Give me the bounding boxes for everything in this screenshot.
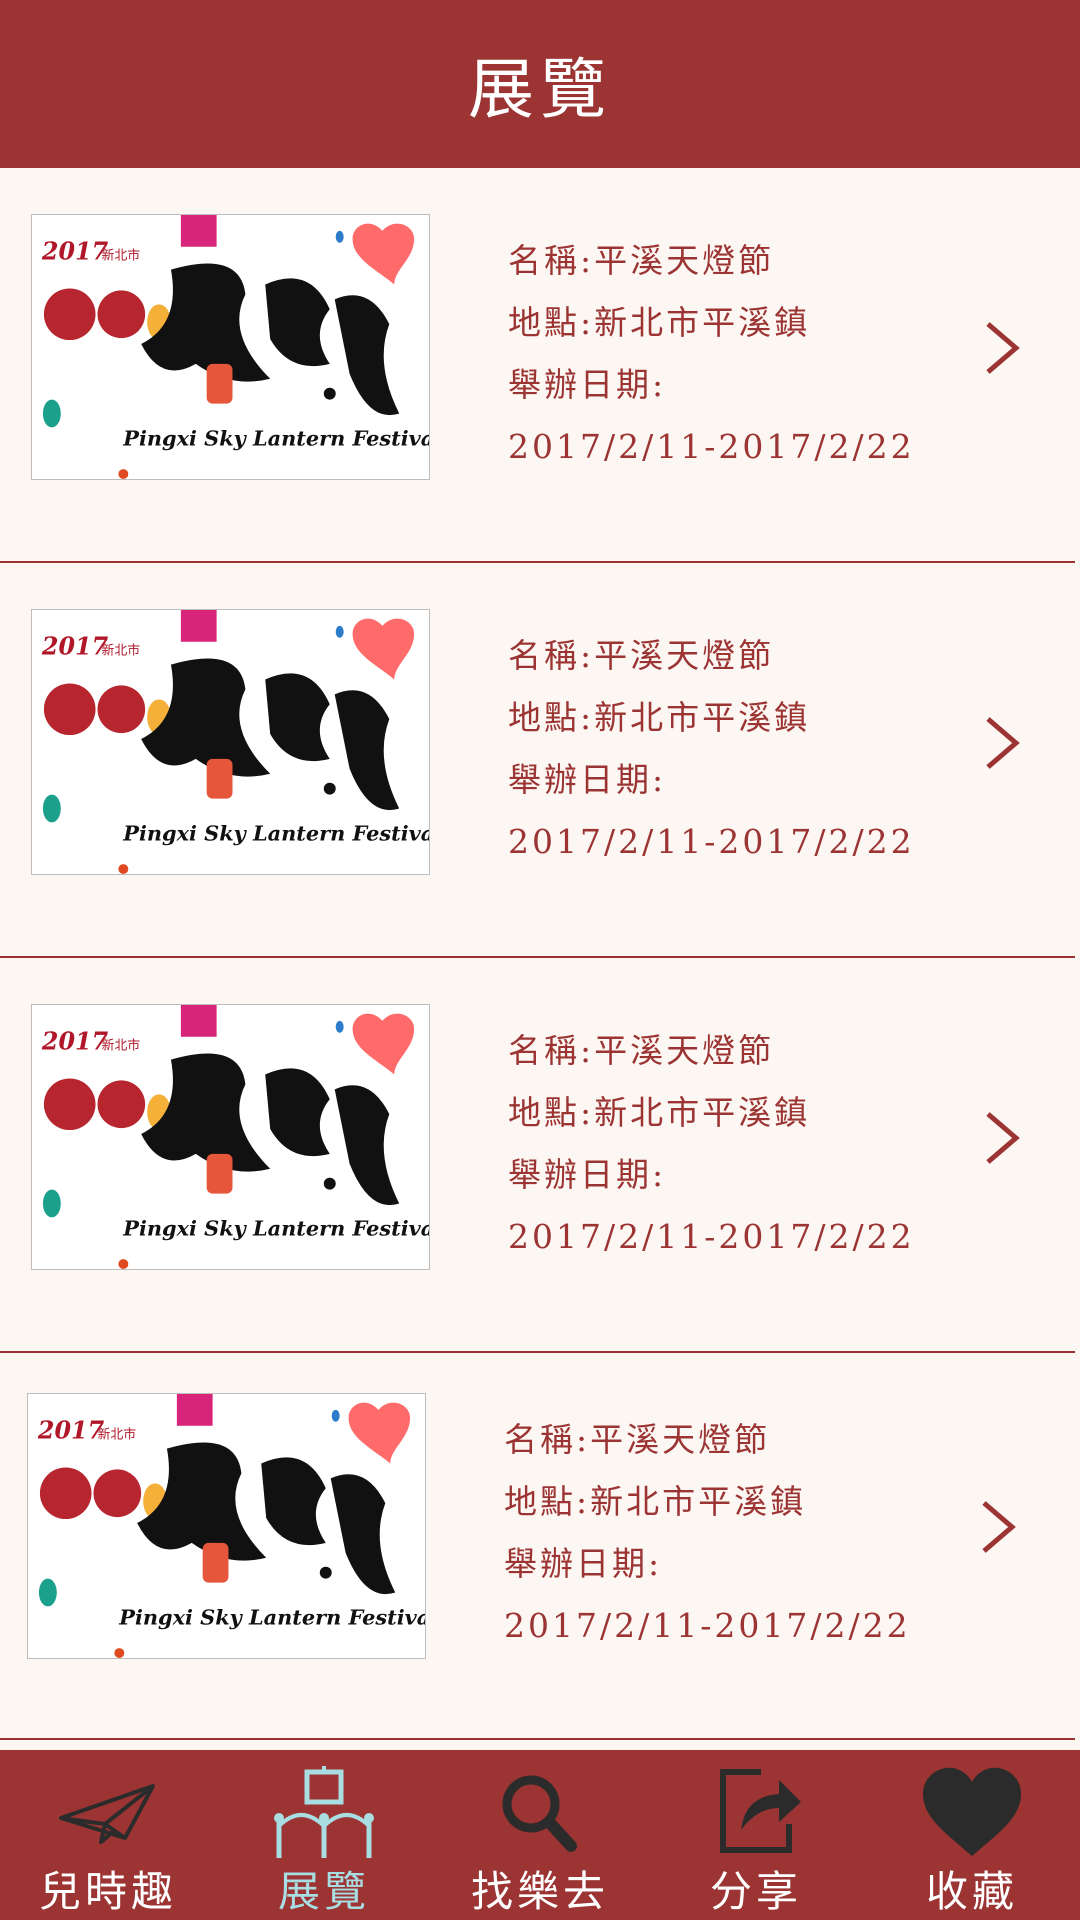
- event-date: 2017/2/11-2017/2/22: [508, 427, 915, 466]
- list-item[interactable]: 2017 新北市 Pingxi Sky Lantern Festival 名稱:…: [0, 958, 1075, 1353]
- tab-share[interactable]: 分享: [648, 1750, 864, 1920]
- exhibition-list[interactable]: 2017 新北市 Pingxi Sky Lantern Festival 名稱:…: [0, 168, 1080, 1750]
- event-place-row: 地點: 新北市平溪鎮: [504, 1471, 924, 1533]
- event-name-row: 名稱: 平溪天燈節: [508, 625, 928, 687]
- event-info: 名稱: 平溪天燈節 地點: 新北市平溪鎮 舉辦日期: 2017/2/11-2017/…: [508, 625, 928, 873]
- poster-graphic: 2017 新北市 Pingxi Sky Lantern Festival: [32, 1005, 429, 1269]
- tab-find-fun[interactable]: 找樂去: [432, 1750, 648, 1920]
- svg-text:新北市: 新北市: [97, 1427, 136, 1443]
- list-item[interactable]: 2017 新北市 Pingxi Sky Lantern Festival 名稱:…: [0, 1353, 1075, 1740]
- list-item[interactable]: 2017 新北市 Pingxi Sky Lantern Festival 名稱:…: [0, 563, 1075, 958]
- poster-graphic: 2017 新北市 Pingxi Sky Lantern Festival: [32, 610, 429, 874]
- event-place: 新北市平溪鎮: [594, 698, 811, 737]
- event-poster-image: 2017 新北市 Pingxi Sky Lantern Festival: [31, 214, 430, 480]
- svg-text:Pingxi Sky Lantern Festival: Pingxi Sky Lantern Festival: [122, 1215, 429, 1240]
- event-place-row: 地點: 新北市平溪鎮: [508, 1082, 928, 1144]
- poster-graphic: 2017 新北市 Pingxi Sky Lantern Festival: [28, 1394, 425, 1658]
- event-poster-image: 2017 新北市 Pingxi Sky Lantern Festival: [31, 609, 430, 875]
- chevron-right-icon[interactable]: [976, 1499, 1020, 1555]
- tab-label: 收藏: [925, 1867, 1018, 1916]
- event-place-row: 地點: 新北市平溪鎮: [508, 292, 928, 354]
- svg-text:2017: 2017: [41, 238, 109, 266]
- event-date: 2017/2/11-2017/2/22: [504, 1606, 911, 1645]
- svg-text:Pingxi Sky Lantern Festival: Pingxi Sky Lantern Festival: [118, 1604, 425, 1629]
- event-place: 新北市平溪鎮: [594, 1093, 811, 1132]
- event-place: 新北市平溪鎮: [594, 303, 811, 342]
- tab-childhood-fun[interactable]: 兒時趣: [0, 1750, 216, 1920]
- tab-label: 展覽: [277, 1867, 370, 1916]
- tab-label: 兒時趣: [38, 1867, 177, 1916]
- tab-label: 分享: [709, 1867, 802, 1916]
- app-header: 展覽: [0, 0, 1080, 168]
- svg-text:Pingxi Sky Lantern Festival: Pingxi Sky Lantern Festival: [122, 425, 429, 450]
- share-icon: [701, 1766, 811, 1862]
- tab-exhibition[interactable]: 展覽: [216, 1750, 432, 1920]
- event-date-label: 舉辦日期:: [508, 760, 667, 799]
- event-date-label: 舉辦日期:: [504, 1544, 663, 1583]
- svg-text:新北市: 新北市: [101, 1038, 140, 1054]
- event-name: 平溪天燈節: [594, 636, 775, 675]
- event-info: 名稱: 平溪天燈節 地點: 新北市平溪鎮 舉辦日期: 2017/2/11-2017/…: [508, 230, 928, 478]
- event-name: 平溪天燈節: [594, 241, 775, 280]
- paper-plane-icon: [53, 1766, 163, 1862]
- svg-text:Pingxi Sky Lantern Festival: Pingxi Sky Lantern Festival: [122, 820, 429, 845]
- event-name: 平溪天燈節: [590, 1420, 771, 1459]
- exhibition-icon: [269, 1766, 379, 1862]
- event-info: 名稱: 平溪天燈節 地點: 新北市平溪鎮 舉辦日期: 2017/2/11-2017/…: [508, 1020, 928, 1268]
- event-name-row: 名稱: 平溪天燈節: [504, 1409, 924, 1471]
- page-title: 展覽: [468, 51, 612, 128]
- event-poster-image: 2017 新北市 Pingxi Sky Lantern Festival: [31, 1004, 430, 1270]
- event-place: 新北市平溪鎮: [590, 1482, 807, 1521]
- event-name: 平溪天燈節: [594, 1031, 775, 1070]
- heart-icon: [917, 1766, 1027, 1862]
- svg-text:新北市: 新北市: [101, 248, 140, 264]
- poster-graphic: 2017 新北市 Pingxi Sky Lantern Festival: [32, 215, 429, 479]
- chevron-right-icon[interactable]: [980, 1110, 1024, 1166]
- event-date: 2017/2/11-2017/2/22: [508, 822, 915, 861]
- search-icon: [485, 1766, 595, 1862]
- svg-text:新北市: 新北市: [101, 643, 140, 659]
- event-place-row: 地點: 新北市平溪鎮: [508, 687, 928, 749]
- event-name-row: 名稱: 平溪天燈節: [508, 230, 928, 292]
- bottom-tab-bar: 兒時趣 展覽 找樂去 分享 收藏: [0, 1750, 1080, 1920]
- event-date: 2017/2/11-2017/2/22: [508, 1217, 915, 1256]
- chevron-right-icon[interactable]: [980, 715, 1024, 771]
- event-name-row: 名稱: 平溪天燈節: [508, 1020, 928, 1082]
- svg-text:2017: 2017: [41, 1028, 109, 1056]
- chevron-right-icon[interactable]: [980, 320, 1024, 376]
- svg-text:2017: 2017: [37, 1417, 105, 1445]
- svg-text:2017: 2017: [41, 633, 109, 661]
- tab-label: 找樂去: [470, 1867, 609, 1916]
- event-info: 名稱: 平溪天燈節 地點: 新北市平溪鎮 舉辦日期: 2017/2/11-2017/…: [504, 1409, 924, 1657]
- list-item[interactable]: 2017 新北市 Pingxi Sky Lantern Festival 名稱:…: [0, 168, 1075, 563]
- event-date-label: 舉辦日期:: [508, 365, 667, 404]
- tab-favorites[interactable]: 收藏: [864, 1750, 1080, 1920]
- event-date-label: 舉辦日期:: [508, 1155, 667, 1194]
- event-poster-image: 2017 新北市 Pingxi Sky Lantern Festival: [27, 1393, 426, 1659]
